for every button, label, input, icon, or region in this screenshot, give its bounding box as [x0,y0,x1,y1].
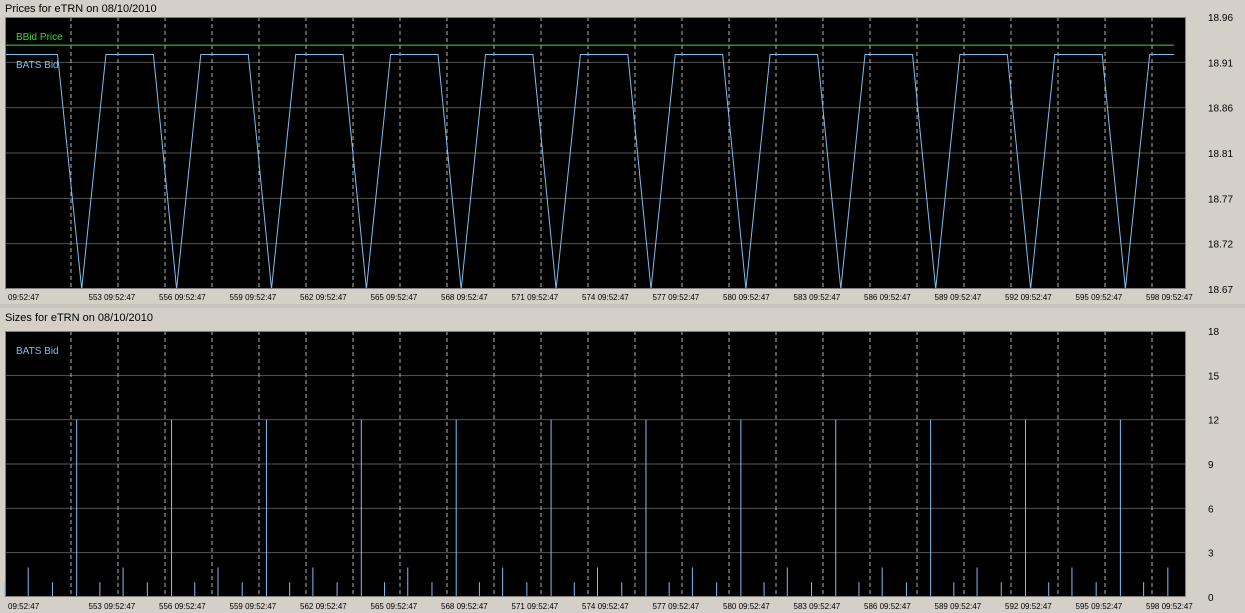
x-tick-label: 595 09:52:47 [1076,293,1123,302]
x-tick-label: 598 09:52:47 [1146,293,1193,302]
x-tick-label: 565 09:52:47 [371,602,418,611]
y-tick-label: 18.67 [1208,285,1233,296]
x-tick-label: 592 09:52:47 [1005,293,1052,302]
x-tick-label: 577 09:52:47 [653,602,700,611]
y-tick-label: 18.91 [1208,58,1233,69]
legend-entry: BBid Price [16,32,63,43]
x-tick-label: 568 09:52:47 [441,293,488,302]
x-tick-label: 586 09:52:47 [864,293,911,302]
charts-canvas: 18.67 18.72 18.77 18.81 18.86 18.91 18.96 09:52… [0,13,1245,611]
x-tick-label: 598 09:52:47 [1146,602,1193,611]
x-tick-label: 595 09:52:47 [1076,602,1123,611]
x-tick-label: 574 09:52:47 [582,602,629,611]
x-tick-label: 553 09:52:47 [89,602,136,611]
x-tick-label: 577 09:52:47 [653,293,700,302]
x-tick-label: 553 09:52:47 [89,293,136,302]
y-tick-label: 18.86 [1208,104,1233,115]
y-tick-label: 15 [1208,371,1220,382]
x-tick-label: 571 09:52:47 [512,293,559,302]
y-tick-label: 0 [1208,593,1214,604]
y-tick-label: 18.77 [1208,194,1233,205]
x-tick-label: 589 09:52:47 [935,293,982,302]
x-tick-label: 556 09:52:47 [159,293,206,302]
legend-entry: BATS Bid [16,346,59,357]
y-tick-label: 12 [1208,416,1220,427]
y-tick-label: 9 [1208,460,1214,471]
x-tick-label: 09:52:47 [8,602,40,611]
x-tick-label: 574 09:52:47 [582,293,629,302]
x-tick-label: 559 09:52:47 [230,293,277,302]
x-tick-label: 592 09:52:47 [1005,602,1052,611]
x-tick-label: 583 09:52:47 [794,602,841,611]
x-tick-label: 580 09:52:47 [723,602,770,611]
y-tick-label: 18.81 [1208,149,1233,160]
x-tick-label: 565 09:52:47 [371,293,418,302]
x-tick-label: 09:52:47 [8,293,40,302]
x-tick-label: 589 09:52:47 [935,602,982,611]
x-tick-label: 562 09:52:47 [300,293,347,302]
legend-entry: BATS Bid [16,60,59,71]
x-tick-label: 562 09:52:47 [300,602,347,611]
x-tick-label: 580 09:52:47 [723,293,770,302]
y-tick-label: 18 [1208,327,1220,338]
x-tick-label: 559 09:52:47 [230,602,277,611]
y-tick-label: 18.72 [1208,240,1233,251]
y-tick-label: 3 [1208,549,1214,560]
y-tick-label: 6 [1208,504,1214,515]
x-tick-label: 586 09:52:47 [864,602,911,611]
x-tick-label: 568 09:52:47 [441,602,488,611]
x-tick-label: 556 09:52:47 [159,602,206,611]
x-tick-label: 583 09:52:47 [794,293,841,302]
panel-separator [0,304,1245,308]
x-tick-label: 571 09:52:47 [512,602,559,611]
y-tick-label: 18.96 [1208,13,1233,24]
